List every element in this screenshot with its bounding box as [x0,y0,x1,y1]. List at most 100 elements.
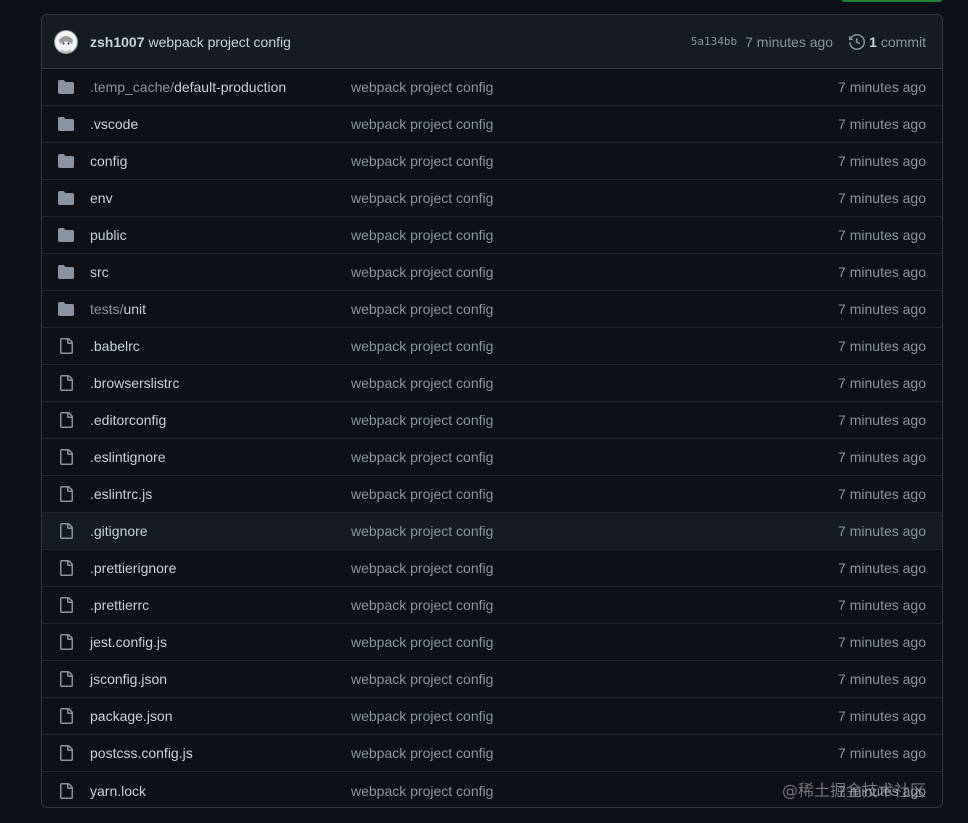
file-commit-message-link[interactable]: webpack project config [351,375,838,391]
file-name-link[interactable]: .gitignore [90,523,351,539]
file-row[interactable]: tests/unit webpack project config 7 minute… [42,291,942,328]
file-commit-message-link[interactable]: webpack project config [351,449,838,465]
file-name-text: .gitignore [90,523,148,539]
file-icon [58,375,74,391]
file-name-text: .browserslistrc [90,375,180,391]
file-commit-message-link[interactable]: webpack project config [351,560,838,576]
file-commit-time: 7 minutes ago [838,227,926,243]
file-icon [58,708,74,724]
file-name-link[interactable]: public [90,227,351,243]
file-name-link[interactable]: .eslintignore [90,449,351,465]
file-name-text: env [90,190,113,206]
file-commit-message-link[interactable]: webpack project config [351,301,838,317]
file-commit-time: 7 minutes ago [838,79,926,95]
file-icon [58,671,74,687]
file-name-link[interactable]: yarn.lock [90,783,351,799]
file-row[interactable]: .temp_cache/default-production webpack pr… [42,69,942,106]
file-commit-time: 7 minutes ago [838,597,926,613]
file-commit-message-link[interactable]: webpack project config [351,116,838,132]
file-name-text: src [90,264,109,280]
file-name-link[interactable]: env [90,190,351,206]
file-name-link[interactable]: jest.config.js [90,634,351,650]
file-row[interactable]: postcss.config.js webpack project config 7… [42,735,942,772]
file-row[interactable]: jsconfig.json webpack project config 7 min… [42,661,942,698]
file-name-link[interactable]: .babelrc [90,338,351,354]
file-row[interactable]: public webpack project config 7 minutes ag… [42,217,942,254]
file-commit-message-link[interactable]: webpack project config [351,338,838,354]
folder-icon [58,301,74,317]
file-row[interactable]: .prettierignore webpack project config 7 m… [42,550,942,587]
file-name-text: config [90,153,128,169]
commit-history-link[interactable]: 1 commit [849,34,926,50]
commit-count-label: commit [880,33,926,50]
commit-message-link[interactable]: webpack project config [148,34,290,50]
file-row[interactable]: .eslintrc.js webpack project config 7 minu… [42,476,942,513]
file-name-link[interactable]: .temp_cache/default-production [90,79,351,95]
file-row[interactable]: yarn.lock webpack project config 7 minutes… [42,772,942,807]
avatar-image [55,30,77,53]
commit-sha-link[interactable]: 5a134bb [691,35,737,48]
file-row[interactable]: src webpack project config 7 minutes ago [42,254,942,291]
file-icon [58,338,74,354]
file-name-link[interactable]: tests/unit [90,301,351,317]
file-commit-message-link[interactable]: webpack project config [351,227,838,243]
file-commit-time: 7 minutes ago [838,560,926,576]
file-icon [58,597,74,613]
file-name-text: .prettierignore [90,560,177,576]
file-commit-message-link[interactable]: webpack project config [351,597,838,613]
file-commit-message-link[interactable]: webpack project config [351,745,838,761]
file-row[interactable]: config webpack project config 7 minutes ag… [42,143,942,180]
file-commit-time: 7 minutes ago [838,412,926,428]
file-name-text: .prettierrc [90,597,150,613]
file-commit-message-link[interactable]: webpack project config [351,412,838,428]
file-name-text: .editorconfig [90,412,167,428]
file-name-link[interactable]: jsconfig.json [90,671,351,687]
file-row[interactable]: .babelrc webpack project config 7 minutes … [42,328,942,365]
file-icon [58,523,74,539]
file-name-link[interactable]: postcss.config.js [90,745,351,761]
file-row[interactable]: .vscode webpack project config 7 minutes a… [42,106,942,143]
file-row[interactable]: .eslintignore webpack project config 7 min… [42,439,942,476]
file-name-link[interactable]: .prettierignore [90,560,351,576]
file-list: .temp_cache/default-production webpack pr… [42,69,942,807]
file-commit-message-link[interactable]: webpack project config [351,486,838,502]
file-commit-time: 7 minutes ago [838,375,926,391]
folder-icon [58,190,74,206]
file-name-link[interactable]: .editorconfig [90,412,351,428]
file-name-link[interactable]: .prettierrc [90,597,351,613]
file-commit-time: 7 minutes ago [838,523,926,539]
folder-icon [58,153,74,169]
file-commit-message-link[interactable]: webpack project config [351,264,838,280]
avatar[interactable] [54,29,78,54]
file-name-link[interactable]: package.json [90,708,351,724]
file-commit-time: 7 minutes ago [838,190,926,206]
file-commit-message-link[interactable]: webpack project config [351,79,838,95]
file-commit-message-link[interactable]: webpack project config [351,708,838,724]
file-name-link[interactable]: src [90,264,351,280]
file-commit-message-link[interactable]: webpack project config [351,783,838,799]
file-row[interactable]: jest.config.js webpack project config 7 mi… [42,624,942,661]
file-name-text: public [90,227,127,243]
file-commit-message-link[interactable]: webpack project config [351,634,838,650]
file-commit-time: 7 minutes ago [838,671,926,687]
latest-commit-header: zsh1007 webpack project config 5a134bb 7… [42,15,942,69]
file-commit-time: 7 minutes ago [838,116,926,132]
file-commit-message-link[interactable]: webpack project config [351,523,838,539]
file-row[interactable]: env webpack project config 7 minutes ago [42,180,942,217]
file-row[interactable]: .prettierrc webpack project config 7 minut… [42,587,942,624]
commit-author-link[interactable]: zsh1007 [90,34,144,50]
file-row[interactable]: package.json webpack project config 7 minu… [42,698,942,735]
file-name-link[interactable]: config [90,153,351,169]
file-name-link[interactable]: .eslintrc.js [90,486,351,502]
folder-icon [58,264,74,280]
file-name-link[interactable]: .vscode [90,116,351,132]
file-row[interactable]: .gitignore webpack project config 7 minute… [42,513,942,550]
file-row[interactable]: .browserslistrc webpack project config 7 m… [42,365,942,402]
file-commit-message-link[interactable]: webpack project config [351,671,838,687]
file-name-link[interactable]: .browserslistrc [90,375,351,391]
file-commit-message-link[interactable]: webpack project config [351,190,838,206]
folder-icon [58,79,74,95]
file-commit-message-link[interactable]: webpack project config [351,153,838,169]
file-row[interactable]: .editorconfig webpack project config 7 min… [42,402,942,439]
file-icon [58,560,74,576]
